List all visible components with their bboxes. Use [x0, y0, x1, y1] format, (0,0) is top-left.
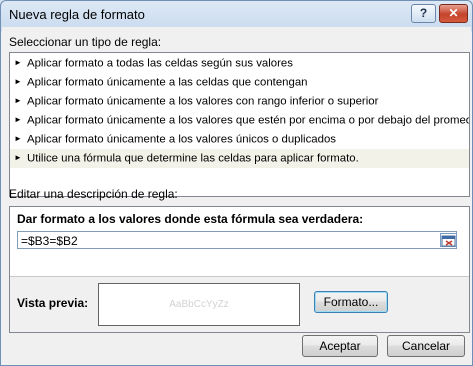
- rule-item-label: Aplicar formato únicamente a los valores…: [27, 114, 469, 127]
- format-button[interactable]: Formato...: [314, 291, 388, 313]
- rule-item-contains[interactable]: ► Aplicar formato únicamente a las celdas…: [10, 73, 469, 92]
- help-button[interactable]: ?: [411, 4, 436, 23]
- dialog-window: Nueva regla de formato ? ✕ Seleccionar u…: [0, 0, 473, 366]
- arrow-right-icon: ►: [14, 153, 22, 162]
- ok-button[interactable]: Aceptar: [302, 335, 378, 357]
- rule-item-label: Aplicar formato únicamente a las celdas …: [27, 76, 308, 89]
- rule-type-list[interactable]: ► Aplicar formato a todas las celdas segú…: [9, 52, 470, 197]
- rule-item-label: Utilice una fórmula que determine las ce…: [27, 152, 359, 165]
- preview-label: Vista previa:: [17, 296, 89, 310]
- rule-item-all-cells[interactable]: ► Aplicar formato a todas las celdas segú…: [10, 54, 469, 73]
- formula-heading: Dar formato a los valores donde esta fór…: [17, 212, 364, 226]
- dialog-body: Seleccionar un tipo de regla: ► Aplicar f…: [2, 27, 471, 365]
- arrow-right-icon: ►: [14, 115, 22, 124]
- rule-item-top-bottom[interactable]: ► Aplicar formato únicamente a los valore…: [10, 92, 469, 111]
- rule-item-unique-duplicate[interactable]: ► Aplicar formato únicamente a los valore…: [10, 130, 469, 149]
- title-bar[interactable]: Nueva regla de formato ? ✕: [1, 1, 472, 27]
- cancel-button[interactable]: Cancelar: [387, 335, 465, 357]
- preview-section: Vista previa: AaBbCcYyZz Formato...: [10, 277, 469, 332]
- edit-description-label: Editar una descripción de regla:: [9, 187, 178, 201]
- rule-description-panel: Dar formato a los valores donde esta fór…: [9, 206, 470, 333]
- arrow-right-icon: ►: [14, 96, 22, 105]
- range-picker-button[interactable]: [440, 233, 457, 247]
- rule-type-label: Seleccionar un tipo de regla:: [9, 35, 162, 49]
- rule-item-formula[interactable]: ► Utilice una fórmula que determine las c…: [10, 149, 469, 168]
- arrow-right-icon: ►: [14, 77, 22, 86]
- rule-item-label: Aplicar formato únicamente a los valores…: [27, 95, 379, 108]
- formula-input[interactable]: =$B3=$B2: [17, 231, 457, 249]
- close-button[interactable]: ✕: [439, 4, 468, 23]
- rule-item-label: Aplicar formato únicamente a los valores…: [27, 133, 336, 146]
- help-icon: ?: [419, 6, 428, 20]
- collapse-dialog-icon: [441, 235, 456, 247]
- arrow-right-icon: ►: [14, 134, 22, 143]
- arrow-right-icon: ►: [14, 58, 22, 67]
- formula-section: Dar formato a los valores donde esta fór…: [10, 207, 469, 277]
- rule-item-average[interactable]: ► Aplicar formato únicamente a los valore…: [10, 111, 469, 130]
- rule-item-label: Aplicar formato a todas las celdas según…: [27, 57, 293, 70]
- close-icon: ✕: [448, 6, 459, 20]
- preview-box: AaBbCcYyZz: [98, 283, 300, 326]
- window-title: Nueva regla de formato: [9, 7, 145, 22]
- formula-value: =$B3=$B2: [21, 234, 78, 248]
